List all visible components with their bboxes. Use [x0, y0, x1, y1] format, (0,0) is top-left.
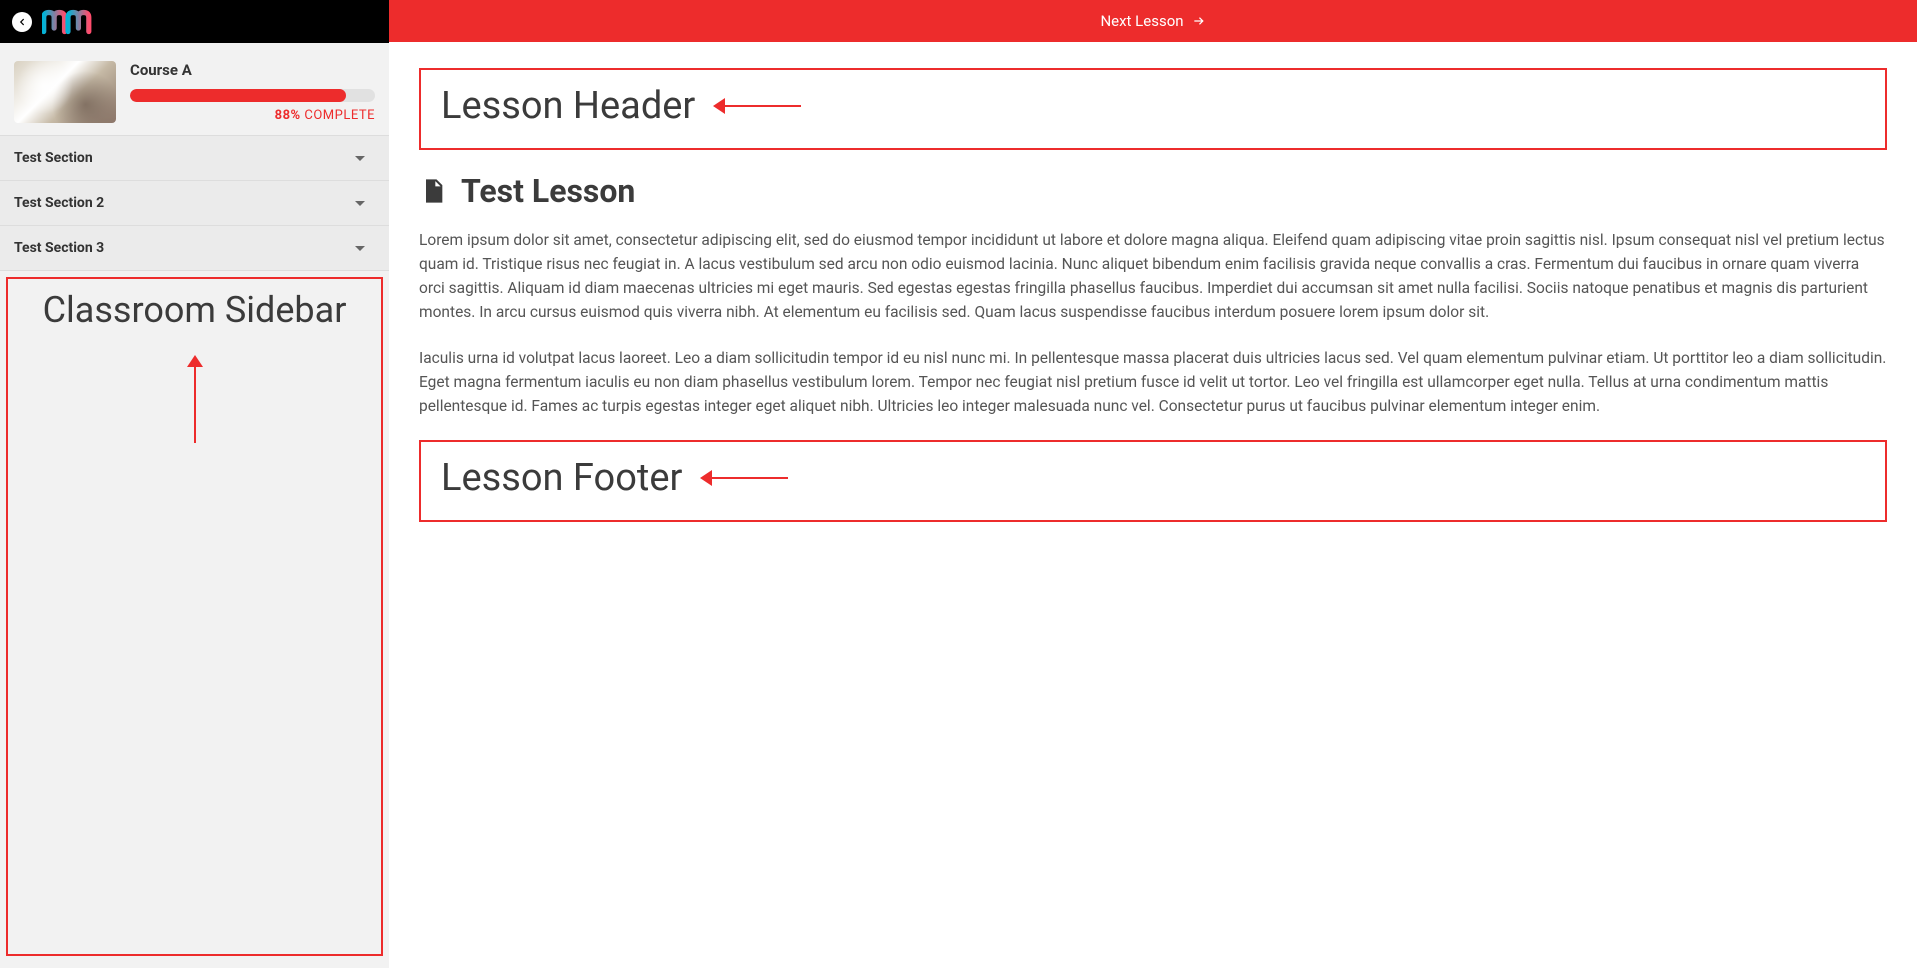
section-label: Test Section 3	[14, 240, 104, 256]
lesson-footer-annotation-label: Lesson Footer	[441, 456, 682, 500]
lesson-paragraph: Iaculis urna id volutpat lacus laoreet. …	[419, 346, 1887, 418]
logo	[42, 9, 94, 35]
course-info: Course A 88% COMPLETE	[130, 61, 375, 123]
course-title[interactable]: Course A	[130, 61, 375, 79]
sidebar: Course A 88% COMPLETE Test Section Test …	[0, 0, 389, 968]
next-lesson-label: Next Lesson	[1100, 12, 1183, 30]
lesson-footer-annotation-box: Lesson Footer	[419, 440, 1887, 522]
caret-down-icon	[355, 201, 365, 206]
classroom-sidebar-annotation-box: Classroom Sidebar	[6, 277, 383, 956]
progress-text: 88% COMPLETE	[130, 108, 375, 123]
section-item[interactable]: Test Section 2	[0, 181, 389, 226]
sections-list: Test Section Test Section 2 Test Section…	[0, 135, 389, 271]
logo-icon	[42, 9, 94, 35]
course-header: Course A 88% COMPLETE	[0, 43, 389, 135]
classroom-sidebar-label: Classroom Sidebar	[43, 289, 347, 331]
section-label: Test Section	[14, 150, 93, 166]
section-item[interactable]: Test Section 3	[0, 226, 389, 271]
section-item[interactable]: Test Section	[0, 136, 389, 181]
arrow-left-icon	[700, 468, 790, 488]
progress-bar	[130, 89, 375, 102]
arrow-up-icon	[185, 355, 205, 445]
caret-down-icon	[355, 156, 365, 161]
arrow-left-icon	[713, 96, 803, 116]
progress-fill	[130, 89, 346, 102]
document-icon	[419, 177, 447, 205]
main-content: Next Lesson Lesson Header Test Lesson Lo…	[389, 0, 1917, 968]
chevron-left-icon	[17, 17, 27, 27]
caret-down-icon	[355, 246, 365, 251]
lesson-header-annotation-box: Lesson Header	[419, 68, 1887, 150]
course-thumbnail[interactable]	[14, 61, 116, 123]
section-label: Test Section 2	[14, 195, 104, 211]
back-button[interactable]	[12, 12, 32, 32]
lesson-title: Test Lesson	[461, 172, 635, 210]
lesson-content: Lesson Header Test Lesson Lorem ipsum do…	[389, 42, 1917, 968]
progress-complete-label: COMPLETE	[304, 108, 375, 123]
progress-percent: 88%	[275, 108, 301, 123]
lesson-title-row: Test Lesson	[419, 172, 1887, 210]
arrow-right-icon	[1192, 14, 1206, 28]
sidebar-topbar	[0, 0, 389, 43]
lesson-body: Lorem ipsum dolor sit amet, consectetur …	[419, 228, 1887, 418]
lesson-header-annotation-label: Lesson Header	[441, 84, 695, 128]
lesson-paragraph: Lorem ipsum dolor sit amet, consectetur …	[419, 228, 1887, 324]
next-lesson-bar[interactable]: Next Lesson	[389, 0, 1917, 42]
